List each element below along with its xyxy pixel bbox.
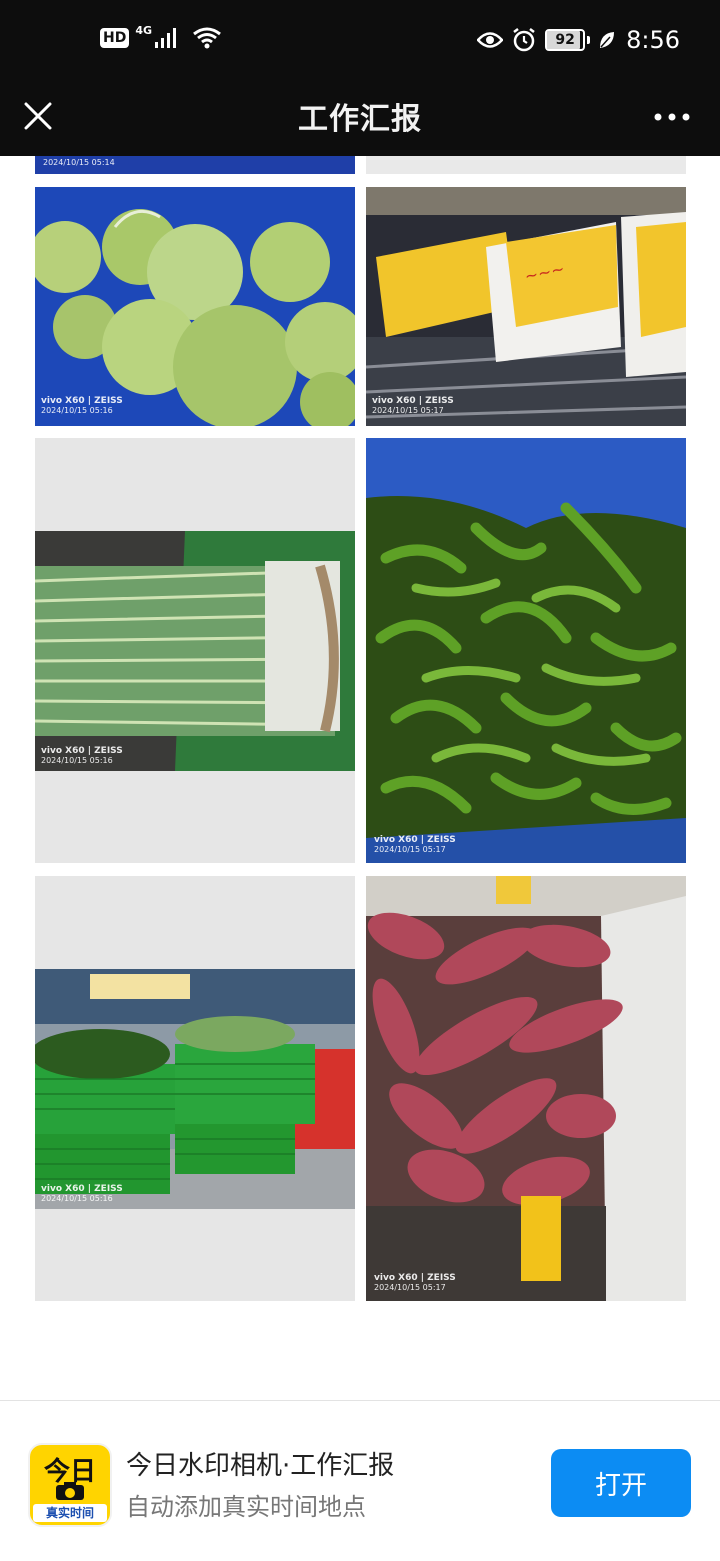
signal-icon	[155, 28, 177, 48]
hd-badge: HD	[100, 28, 130, 48]
photo-sweet-potatoes[interactable]: vivo X60 | ZEISS 2024/10/15 05:17	[366, 876, 686, 1301]
clock-time: 8:56	[626, 26, 680, 54]
cabbage-image	[35, 187, 355, 426]
photo-partial-left[interactable]: 2024/10/15 05:14	[35, 156, 355, 174]
photo-timestamp: 2024/10/15 05:16	[41, 406, 113, 415]
app-icon[interactable]: 今日 真实时间	[28, 1443, 112, 1527]
alarm-icon	[513, 28, 535, 52]
eye-icon	[477, 32, 504, 48]
photo-timestamp: 2024/10/15 05:17	[374, 845, 446, 854]
photo-partial-right[interactable]	[366, 156, 686, 174]
vegetable-baskets-image	[35, 969, 355, 1209]
photo-timestamp: 2024/10/15 05:17	[374, 1283, 446, 1292]
status-left: HD 4G	[100, 23, 222, 50]
photo-timestamp: 2024/10/15 05:16	[41, 1194, 113, 1203]
more-button[interactable]	[652, 102, 692, 132]
battery-indicator: 92	[545, 29, 586, 51]
photo-brand: vivo X60 | ZEISS	[41, 1184, 123, 1194]
photo-timestamp: 2024/10/15 05:16	[41, 756, 113, 765]
photo-vegetable-baskets[interactable]: vivo X60 | ZEISS 2024/10/15 05:16	[35, 876, 355, 1301]
more-dots-icon	[654, 113, 690, 121]
open-app-button[interactable]: 打开	[551, 1449, 691, 1517]
bagged-vegetables-image: ~~~	[366, 187, 686, 426]
app-icon-caption: 真实时间	[33, 1504, 107, 1522]
photo-grid: 2024/10/15 05:14 vivo X60 | ZEISS 2024/1…	[0, 156, 720, 1400]
photo-bagged-vegetables[interactable]: ~~~ vivo X60 | ZEISS 2024/10/15 05:17	[366, 187, 686, 426]
photo-brand: vivo X60 | ZEISS	[41, 396, 123, 406]
network-type: 4G	[135, 23, 153, 37]
photo-timestamp: 2024/10/15 05:17	[372, 406, 444, 415]
photo-brand: vivo X60 | ZEISS	[374, 1273, 456, 1283]
battery-percent: 92	[555, 32, 575, 48]
photo-brand: vivo X60 | ZEISS	[374, 835, 456, 845]
photo-green-onions[interactable]: vivo X60 | ZEISS 2024/10/15 05:16	[35, 438, 355, 863]
green-onions-image	[35, 531, 355, 771]
green-peppers-image	[366, 438, 686, 863]
photo-brand: vivo X60 | ZEISS	[41, 746, 123, 756]
wifi-icon	[193, 27, 221, 49]
status-bar: HD 4G 92 8:56	[0, 0, 720, 84]
photo-timestamp: 2024/10/15 05:14	[43, 158, 115, 167]
app-name: 今日水印相机·工作汇报	[126, 1451, 395, 1481]
battery-cap	[587, 36, 591, 44]
status-right: 92 8:56	[477, 26, 680, 54]
photo-green-peppers[interactable]: vivo X60 | ZEISS 2024/10/15 05:17	[366, 438, 686, 863]
photo-brand: vivo X60 | ZEISS	[372, 396, 454, 406]
photo-cabbage[interactable]: vivo X60 | ZEISS 2024/10/15 05:16	[35, 187, 355, 426]
page-title: 工作汇报	[298, 102, 422, 137]
title-bar: 工作汇报	[0, 84, 720, 156]
app-promo-banner: 今日 真实时间 今日水印相机·工作汇报 自动添加真实时间地点 打开	[0, 1400, 720, 1561]
camera-icon	[56, 1482, 84, 1500]
app-description: 自动添加真实时间地点	[126, 1493, 366, 1521]
sweet-potatoes-image	[366, 876, 686, 1301]
leaf-icon	[600, 32, 615, 48]
